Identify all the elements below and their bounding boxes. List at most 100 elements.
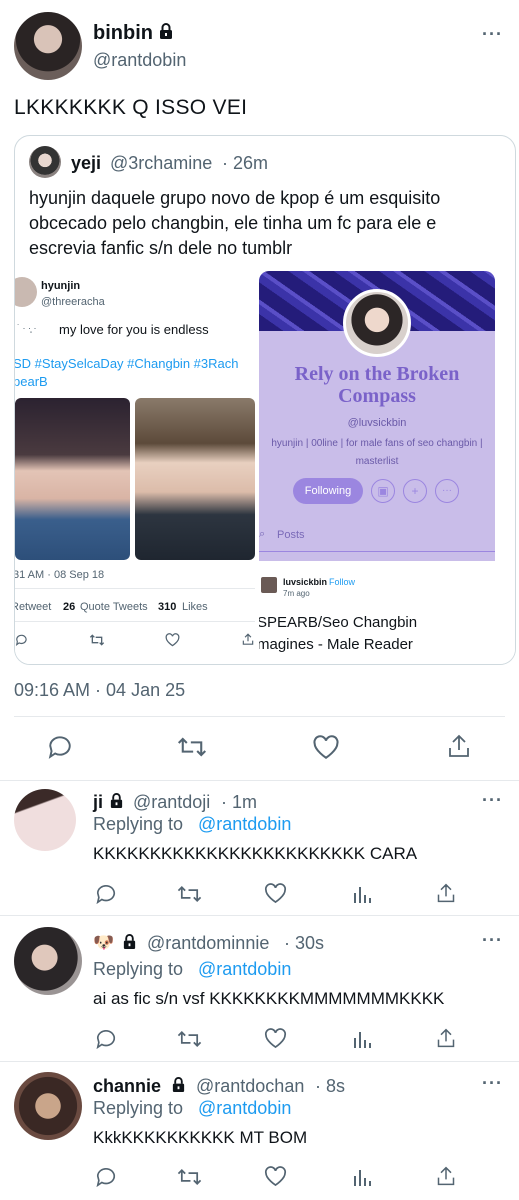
like-icon[interactable] (264, 883, 287, 904)
reply-icon[interactable] (95, 883, 117, 905)
media-image-right[interactable]: Rely on the Broken Compass @luvsickbin h… (259, 271, 515, 664)
poster-name: luvsickbin (283, 577, 328, 587)
reply-icon[interactable] (95, 1166, 117, 1188)
blog-title-line: Compass (338, 385, 416, 407)
avatar[interactable] (14, 927, 82, 995)
reply-icon[interactable] (95, 1028, 117, 1050)
image-retweet-label: Retweet (15, 601, 52, 613)
retweet-icon[interactable] (177, 1029, 202, 1049)
image-sparkles: ˙ · ·̩̩ · (17, 323, 37, 333)
share-icon[interactable] (447, 733, 471, 759)
display-name[interactable]: 🐶 (93, 933, 114, 953)
posts-tab: Posts (277, 529, 305, 541)
handle[interactable]: @rantdominnie (147, 933, 269, 954)
avatar[interactable] (14, 789, 76, 851)
display-name[interactable]: binbin (93, 22, 153, 45)
analytics-icon[interactable] (352, 1029, 372, 1049)
quoted-text-line: obcecado pelo changbin, ele tinha um fc … (29, 213, 437, 233)
lock-icon (158, 22, 174, 40)
image-share-icon (241, 632, 255, 647)
like-icon[interactable] (264, 1166, 287, 1187)
quoted-avatar (29, 146, 61, 178)
display-name[interactable]: channie (93, 1076, 161, 1097)
blog-handle: @luvsickbin (347, 417, 407, 429)
reply-tweet[interactable]: ji @rantdoji · 1m ··· Replying to @rantd… (0, 781, 519, 915)
quoted-text-line: escrevia fanfic s/n dele no tumblr (29, 238, 293, 258)
replying-to-label: Replying to (93, 814, 184, 834)
poster-avatar (261, 577, 277, 593)
share-icon[interactable] (436, 1165, 456, 1187)
share-icon[interactable] (436, 1027, 456, 1049)
reply-tweet[interactable]: 🐶 @rantdominnie · 30s ··· Replying to @r… (0, 916, 519, 1061)
analytics-icon[interactable] (352, 1167, 372, 1187)
reply-text: KkkKKKKKKKKKK MT BOM (93, 1128, 308, 1147)
analytics-icon[interactable] (352, 884, 372, 904)
replying-to-handle[interactable]: @rantdobin (198, 1098, 291, 1119)
blog-title: Rely on the Broken Compass (259, 363, 495, 407)
replying-to-handle[interactable]: @rantdobin (198, 814, 291, 835)
tweet-timestamp: 09:16 AM · 04 Jan 25 (14, 680, 186, 700)
reply-text: ai as fic s/n vsf KKKKKKKKMMMMMMMKKKK (93, 989, 445, 1008)
avatar[interactable] (14, 12, 82, 80)
following-button: Following (293, 478, 363, 504)
quoted-tweet-card[interactable]: yeji @3rchamine · 26m hyunjin daquele gr… (14, 135, 516, 665)
reply-icon[interactable] (47, 734, 73, 760)
image-quote-label: Quote Tweets (80, 601, 148, 613)
handle[interactable]: @rantdoji (133, 792, 210, 813)
quoted-time: · 26m (222, 153, 269, 173)
image-tweet-text: my love for you is endless (59, 322, 209, 337)
more-icon[interactable]: ··· (482, 930, 503, 951)
replying-to-label: Replying to (93, 1098, 184, 1118)
main-tweet: binbin @rantdobin ··· LKKKKKKK Q ISSO VE… (0, 0, 519, 780)
blog-desc-line: masterlist (355, 456, 399, 467)
image-hashtags-2: pearB (15, 374, 48, 389)
retweet-icon[interactable] (177, 1167, 202, 1187)
avatar[interactable] (14, 1072, 82, 1140)
search-icon: ⌕ (259, 528, 266, 540)
image-photo-2 (135, 398, 255, 560)
post-title-line: magines - Male Reader (259, 636, 413, 653)
image-photo-1 (15, 398, 130, 560)
blog-desc: hyunjin | 00line | for male fans of seo … (259, 435, 495, 471)
handle[interactable]: @rantdochan (196, 1076, 304, 1097)
reply-tweet[interactable]: channie @rantdochan · 8s ··· Replying to… (0, 1062, 519, 1200)
retweet-icon[interactable] (177, 735, 207, 759)
chat-icon: + (403, 479, 427, 503)
display-name[interactable]: ji (93, 792, 103, 813)
image-hashtags: SD #StaySelcaDay #Changbin #3Rach (15, 356, 239, 371)
more-icon[interactable]: ··· (482, 790, 503, 811)
image-likes-count: 310 (158, 601, 177, 613)
retweet-icon[interactable] (177, 884, 202, 904)
post-title: SPEARB/Seo Changbin magines - Male Reade… (259, 612, 417, 656)
blog-title-line: Rely on the Broken (294, 363, 460, 385)
image-likes-label: Likes (182, 601, 208, 613)
more-icon[interactable]: ··· (482, 1073, 503, 1094)
like-icon[interactable] (312, 735, 340, 760)
image-avatar (15, 277, 37, 307)
replying-to-handle[interactable]: @rantdobin (198, 959, 291, 980)
image-name: hyunjin (41, 280, 81, 292)
image-time: 31 AM · 08 Sep 18 (15, 569, 105, 581)
lock-icon (122, 933, 137, 950)
more-icon[interactable]: ··· (482, 24, 503, 45)
quoted-display-name: yeji (71, 153, 102, 173)
blog-desc-line: hyunjin | 00line | for male fans of seo … (271, 438, 483, 449)
image-handle: @threeracha (41, 296, 105, 308)
post-title-line: SPEARB/Seo Changbin (259, 614, 418, 631)
reply-text: KKKKKKKKKKKKKKKKKKKKKKKK CARA (93, 844, 418, 863)
like-icon[interactable] (264, 1028, 287, 1049)
poster-follow: Follow (329, 577, 356, 587)
gift-icon: ▣ (371, 479, 395, 503)
time: · 30s (284, 933, 325, 953)
quoted-handle: @3rchamine (110, 153, 213, 173)
share-icon[interactable] (436, 882, 456, 904)
time: · 1m (221, 792, 257, 812)
lock-icon (109, 792, 124, 809)
media-image-left[interactable]: hyunjin @threeracha ˙ · ·̩̩ · my love fo… (15, 271, 257, 664)
lock-icon (171, 1076, 186, 1093)
post-time: 7m ago (283, 589, 310, 598)
blog-more-icon: ··· (435, 479, 459, 503)
time: · 8s (315, 1076, 346, 1096)
image-quote-count: 26 (63, 601, 76, 613)
handle[interactable]: @rantdobin (93, 50, 186, 71)
